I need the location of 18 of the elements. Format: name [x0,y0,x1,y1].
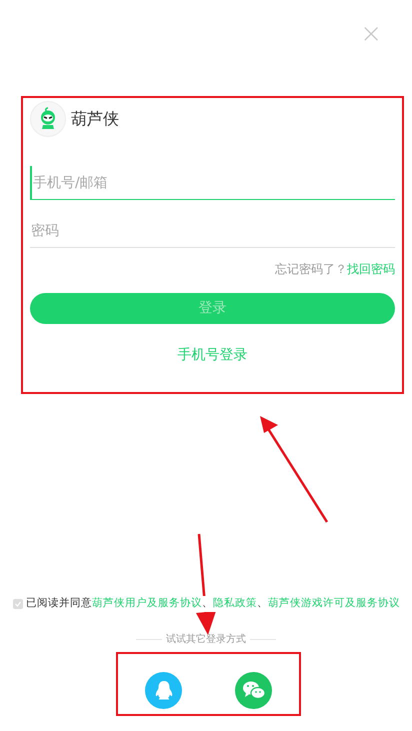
agreement-link[interactable]: 葫芦侠游戏许可及服务协议 [268,597,400,610]
penguin-icon [154,680,172,700]
account-field[interactable]: 手机号/邮箱 [30,166,395,200]
recover-password-link[interactable]: 找回密码 [347,260,395,278]
chat-bubbles-icon [242,680,266,700]
password-field[interactable]: 密码 [30,214,395,248]
agreement-checkbox[interactable] [13,599,23,610]
forgot-password-text: 忘记密码了？ [275,261,347,278]
app-name: 葫芦侠 [71,108,119,130]
other-login-label: 试试其它登录方式 [166,632,246,647]
phone-login-link[interactable]: 手机号登录 [178,345,248,366]
agreement-text: 已阅读并同意葫芦侠用户及服务协议、隐私政策、葫芦侠游戏许可及服务协议 [26,596,400,612]
qq-login-button[interactable] [145,672,182,708]
logo-icon [30,101,66,137]
agreement-link[interactable]: 隐私政策 [213,597,257,610]
agreement-link[interactable]: 葫芦侠用户及服务协议 [92,597,202,610]
wechat-login-button[interactable] [235,672,272,708]
close-button[interactable]: × [360,20,382,48]
